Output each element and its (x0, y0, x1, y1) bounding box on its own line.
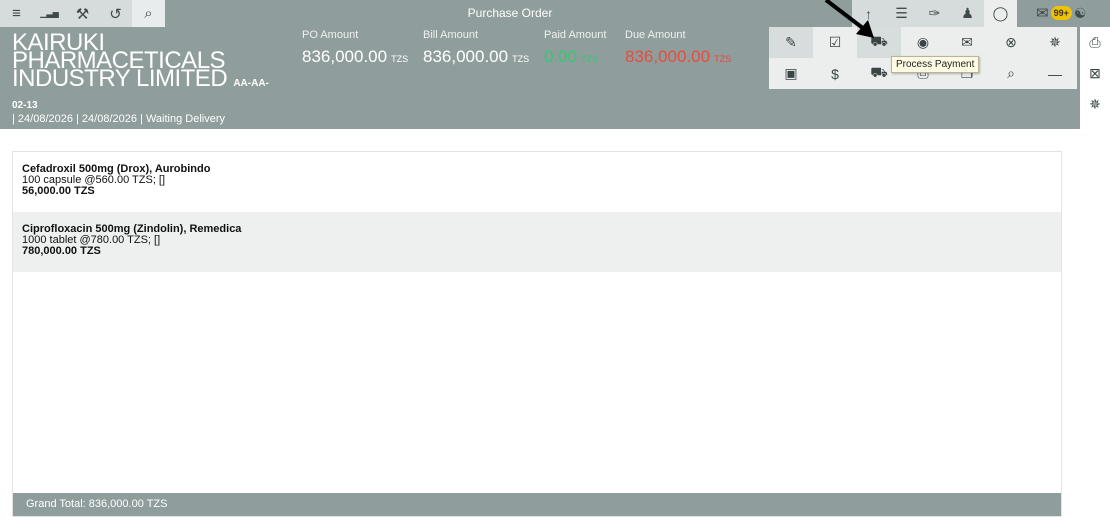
cancel-icon[interactable]: ⊗ (989, 27, 1033, 58)
mail-icon[interactable]: ✉ (1036, 4, 1049, 22)
po-amount-value: 836,000.00 TZS (302, 47, 409, 66)
bill-amount-value: 836,000.00 TZS (423, 47, 530, 66)
due-amount: Due Amount 836,000.00 TZS (625, 29, 731, 67)
item-detail: 100 capsule @560.00 TZS; [] (22, 174, 166, 186)
top-bar: ≡ ▁▃▅ ⚒ ↺ ⌕ Purchase Order ↑ ☰ ✑ ♟ ◯ (0, 0, 1110, 27)
po-amount: PO Amount 836,000.00 TZS (302, 29, 408, 67)
company-name-text: KAIRUKI PHARMACETICALS INDUSTRY LIMITED (12, 29, 228, 92)
company-code: AA-AA- (233, 78, 269, 89)
paid-amount: Paid Amount 0.00 TZS (544, 29, 606, 67)
zoom-icon[interactable]: ⌕ (989, 58, 1033, 89)
minus-icon[interactable]: — (1033, 58, 1077, 89)
money-icon[interactable]: $ (813, 58, 857, 89)
record-icon[interactable]: ◉ (901, 27, 945, 58)
due-amount-value: 836,000.00 TZS (625, 47, 732, 66)
print-icon[interactable]: ⎙ (1080, 27, 1110, 58)
excel-icon[interactable]: ⊠ (1080, 58, 1110, 89)
list-item[interactable]: Cefadroxil 500mg (Drox), Aurobindo 100 c… (13, 152, 1061, 212)
bar-chart-icon[interactable]: ▁▃▅ (33, 0, 66, 27)
side-actions: ⎙ ⊠ ✵ (1080, 27, 1110, 120)
wrench-icon[interactable]: ⚒ (66, 0, 99, 27)
order-meta: | 24/08/2026 | 24/08/2026 | Waiting Deli… (12, 113, 226, 125)
notifications[interactable]: ✉ 99+ ☯ (1036, 3, 1086, 23)
spinner-icon[interactable]: ✵ (1080, 89, 1110, 120)
list-icon[interactable]: ☰ (885, 0, 918, 27)
edit-icon[interactable]: ✎ (769, 27, 813, 58)
chat-icon[interactable]: ◯ (984, 0, 1017, 27)
tag-icon[interactable]: ✑ (918, 0, 951, 27)
bill-amount-label: Bill Amount (423, 29, 479, 41)
archive-icon[interactable]: ▣ (769, 58, 813, 89)
menu-icon[interactable]: ≡ (0, 0, 33, 27)
email-icon[interactable]: ✉ (945, 27, 989, 58)
po-amount-label: PO Amount (302, 29, 359, 41)
company-name: KAIRUKI PHARMACETICALS INDUSTRY LIMITED … (12, 31, 297, 115)
paid-amount-value: 0.00 TZS (544, 47, 599, 66)
history-icon[interactable]: ↺ (99, 0, 132, 27)
grand-total: Grand Total: 836,000.00 TZS (13, 493, 1061, 516)
item-total: 780,000.00 TZS (22, 245, 101, 257)
notification-badge: 99+ (1050, 6, 1072, 20)
item-name: Ciprofloxacin 500mg (Zindolin), Remedica (22, 223, 242, 235)
user-icon[interactable]: ♟ (951, 0, 984, 27)
bill-amount: Bill Amount 836,000.00 TZS (423, 29, 529, 67)
due-amount-label: Due Amount (625, 29, 686, 41)
left-toolbar: ≡ ▁▃▅ ⚒ ↺ ⌕ (0, 0, 165, 27)
list-item[interactable]: Ciprofloxacin 500mg (Zindolin), Remedica… (13, 212, 1061, 272)
profile-icon[interactable]: ☯ (1074, 5, 1087, 22)
item-name: Cefadroxil 500mg (Drox), Aurobindo (22, 163, 211, 175)
paid-amount-label: Paid Amount (544, 29, 607, 41)
order-items: Cefadroxil 500mg (Drox), Aurobindo 100 c… (12, 151, 1062, 517)
item-detail: 1000 tablet @780.00 TZS; [] (22, 234, 161, 246)
item-total: 56,000.00 TZS (22, 185, 95, 197)
search-icon[interactable]: ⌕ (132, 0, 165, 27)
pointer-arrow-icon (824, 0, 874, 38)
process-payment-tooltip: Process Payment (891, 56, 980, 73)
loading-icon[interactable]: ✵ (1033, 27, 1077, 58)
